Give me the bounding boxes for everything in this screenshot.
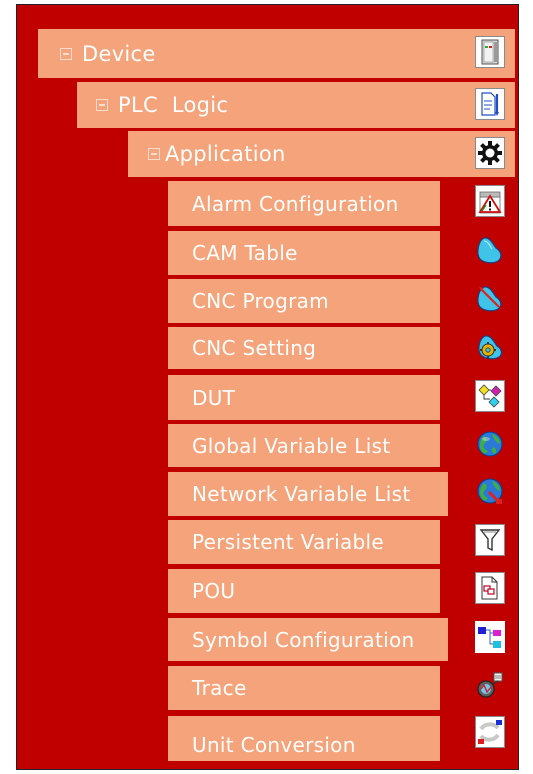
tree-item-symbol-configuration[interactable]: Symbol Configuration [168,618,448,661]
network-globe-icon [475,475,505,507]
plc-logic-icon [475,88,505,120]
tree-item-persistent-variable[interactable]: Persistent Variable [168,520,440,564]
tree-item-label: Trace [192,676,247,700]
tree-item-label: CAM Table [192,241,298,265]
tree-item-pou[interactable]: POU [168,569,440,613]
tree-item-alarm-configuration[interactable]: Alarm Configuration [168,181,440,226]
tree-node-plc-logic[interactable]: PLC Logic [77,82,515,128]
trace-icon [475,669,505,701]
tree-node-label: Application [165,142,286,166]
tree-node-application[interactable]: Application [128,131,515,177]
tree-item-label: CNC Setting [192,336,317,360]
cam-table-icon [475,234,505,266]
tree-item-label: Symbol Configuration [192,627,415,652]
tree-item-cnc-setting[interactable]: CNC Setting [168,327,440,369]
tree-item-label: Network Variable List [192,482,411,506]
device-icon [475,36,505,68]
tree-item-network-variable-list[interactable]: Network Variable List [168,472,448,516]
tree-item-label: Unit Conversion [192,733,356,757]
tree-item-label: POU [192,579,236,603]
cnc-program-icon [475,282,505,314]
tree-item-trace[interactable]: Trace [168,666,440,710]
dut-icon [475,380,505,412]
tree-item-label: DUT [192,385,236,410]
tree-item-label: Persistent Variable [192,530,384,554]
alarm-warning-icon [475,185,505,217]
collapse-toggle-icon[interactable] [96,99,108,111]
unit-conversion-icon [475,716,505,748]
tree-node-device[interactable]: Device [38,29,515,78]
symbol-config-icon [475,621,505,653]
tree-item-dut[interactable]: DUT [168,375,440,420]
globe-icon [475,428,505,460]
tree-item-cnc-program[interactable]: CNC Program [168,279,440,323]
tree-item-label: Global Variable List [192,433,391,458]
collapse-toggle-icon[interactable] [148,148,160,160]
collapse-toggle-icon[interactable] [60,47,72,60]
tree-node-label: Device [82,41,156,66]
tree-node-label: PLC Logic [118,93,229,117]
tree-item-global-variable-list[interactable]: Global Variable List [168,424,440,467]
funnel-icon [475,524,505,556]
pou-icon [475,572,505,604]
tree-item-label: CNC Program [192,289,329,313]
gear-icon [475,137,505,169]
tree-item-cam-table[interactable]: CAM Table [168,231,440,275]
cnc-setting-icon [475,330,505,362]
tree-item-unit-conversion[interactable]: Unit Conversion [168,716,440,761]
tree-item-label: Alarm Configuration [192,191,399,216]
